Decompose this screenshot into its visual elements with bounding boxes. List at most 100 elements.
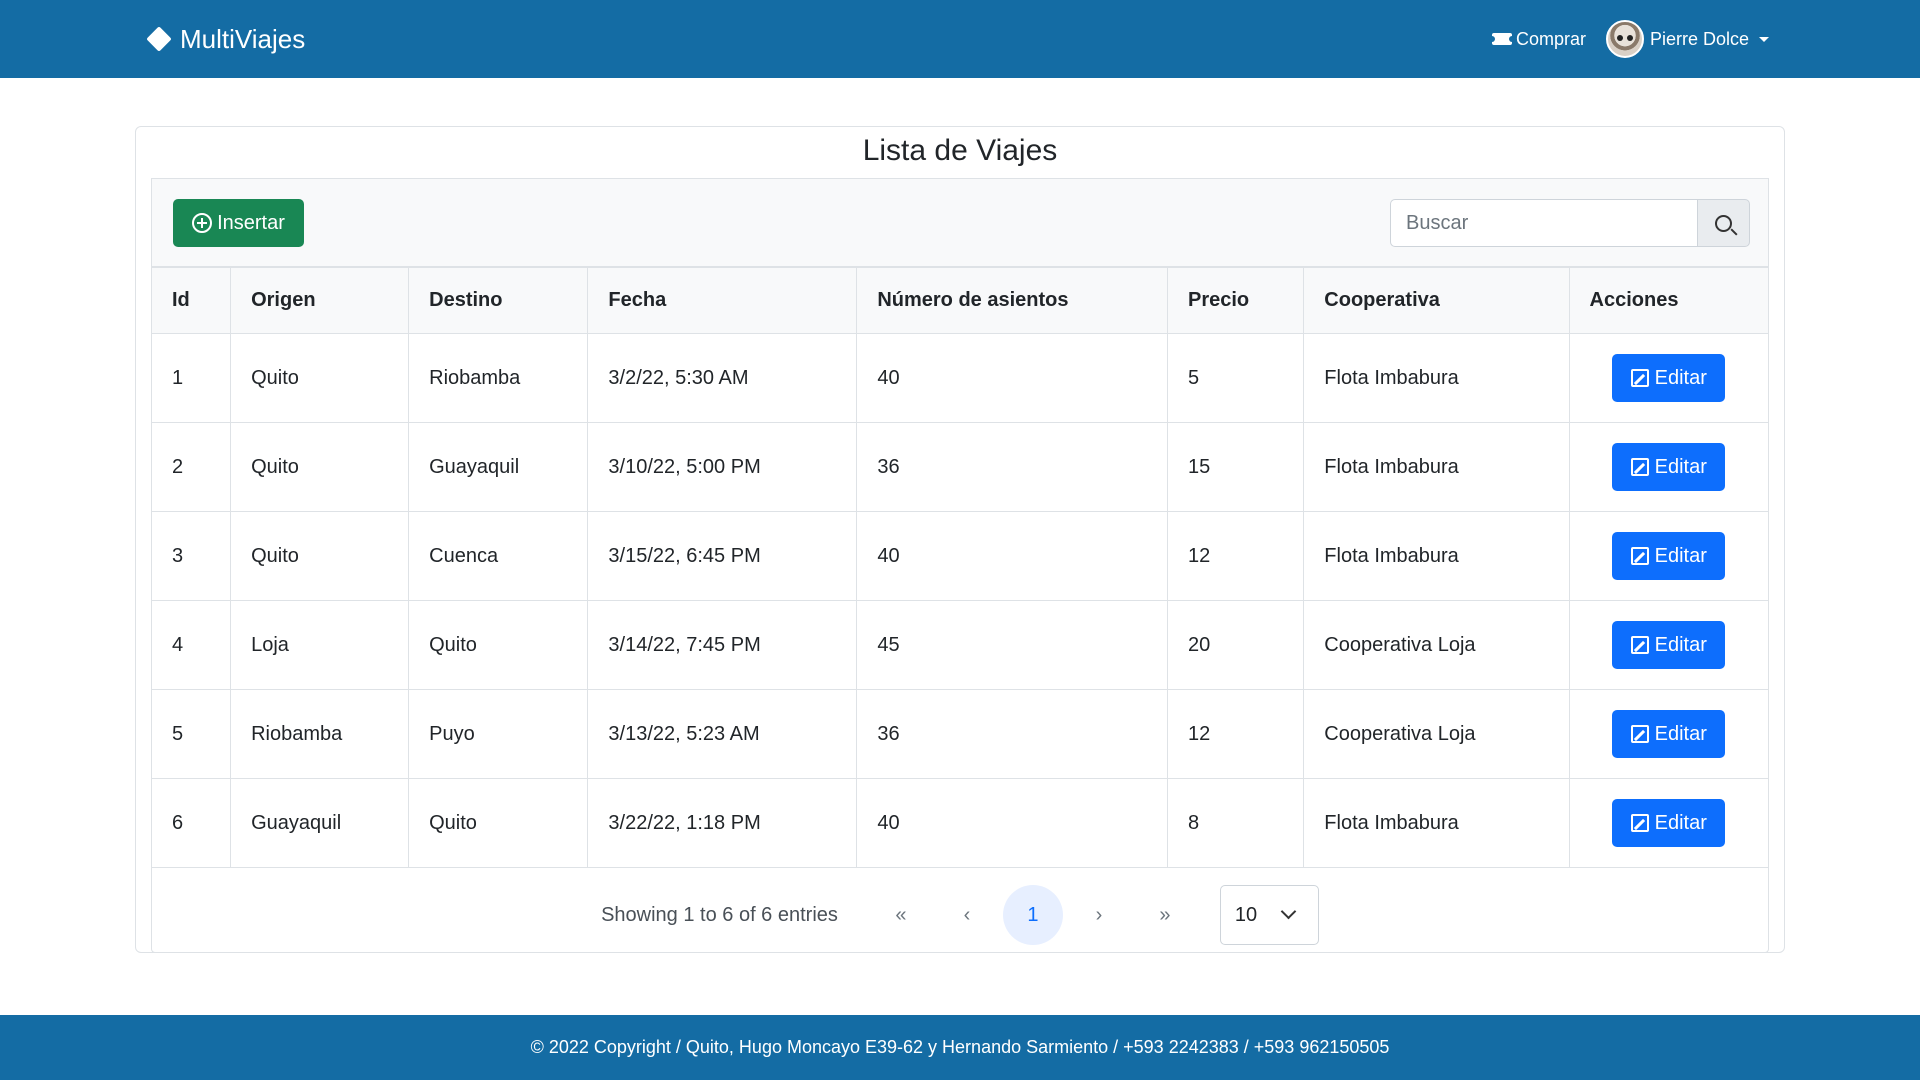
table-toolbar: Insertar (152, 179, 1768, 267)
table-row: 1 Quito Riobamba 3/2/22, 5:30 AM 40 5 Fl… (152, 333, 1768, 423)
search-icon (1715, 214, 1732, 232)
cell-seats: 45 (856, 600, 1168, 690)
pagination-info: Showing 1 to 6 of 6 entries (601, 903, 838, 926)
cell-destination: Guayaquil (408, 422, 589, 512)
trips-table: Id Origen Destino Fecha Número de asient… (152, 267, 1768, 868)
insert-button-label: Insertar (217, 211, 285, 234)
cell-origin: Quito (230, 422, 410, 512)
cell-price: 15 (1166, 422, 1305, 512)
cell-origin: Quito (230, 511, 410, 601)
plus-circle-icon (192, 213, 213, 233)
header-date[interactable]: Fecha (587, 267, 858, 334)
caret-down-icon (1759, 36, 1770, 42)
last-page-button[interactable]: » (1135, 885, 1195, 945)
brand-name: MultiViajes (180, 23, 306, 54)
cell-date: 3/13/22, 5:23 AM (587, 689, 858, 779)
user-menu-toggle[interactable]: Pierre Dolce (1606, 20, 1770, 58)
cell-destination: Riobamba (408, 333, 589, 423)
cell-actions: Editar (1568, 333, 1768, 423)
cell-actions: Editar (1568, 689, 1768, 779)
cell-cooperative: Flota Imbabura (1303, 422, 1570, 512)
edit-button-label: Editar (1654, 633, 1707, 656)
edit-icon (1630, 814, 1649, 832)
navbar-right: Comprar Pierre Dolce (1489, 18, 1770, 60)
edit-icon (1630, 636, 1649, 654)
header-origin[interactable]: Origen (230, 267, 410, 334)
page-footer: © 2022 Copyright / Quito, Hugo Moncayo E… (0, 1015, 1920, 1080)
next-page-button[interactable]: › (1069, 885, 1129, 945)
table-row: 3 Quito Cuenca 3/15/22, 6:45 PM 40 12 Fl… (152, 511, 1768, 601)
edit-button[interactable]: Editar (1612, 710, 1726, 758)
top-navbar: MultiViajes Comprar Pierre Dolce (0, 0, 1920, 78)
cell-date: 3/2/22, 5:30 AM (587, 333, 858, 423)
header-seats[interactable]: Número de asientos (856, 267, 1168, 334)
cell-seats: 36 (856, 422, 1168, 512)
cell-seats: 40 (856, 333, 1168, 423)
cell-actions: Editar (1568, 422, 1768, 512)
footer-text: © 2022 Copyright / Quito, Hugo Moncayo E… (530, 1037, 1390, 1057)
cell-id: 5 (152, 689, 232, 779)
buy-label: Comprar (1516, 28, 1587, 49)
cell-id: 1 (152, 333, 232, 423)
search-input[interactable] (1390, 199, 1697, 247)
trips-card: Lista de Viajes Insertar Id Or (135, 126, 1785, 953)
first-page-button[interactable]: « (871, 885, 931, 945)
cell-price: 12 (1166, 689, 1305, 779)
edit-button-label: Editar (1654, 544, 1707, 567)
cell-destination: Quito (408, 600, 589, 690)
chevron-down-icon (1280, 903, 1297, 920)
cell-destination: Quito (408, 778, 589, 868)
search-button[interactable] (1697, 199, 1750, 247)
rows-per-page-value: 10 (1234, 903, 1258, 926)
cell-cooperative: Flota Imbabura (1303, 778, 1570, 868)
cell-origin: Guayaquil (230, 778, 410, 868)
prev-page-button[interactable]: ‹ (937, 885, 997, 945)
table-panel: Insertar Id Origen Destino Fecha (151, 178, 1769, 953)
edit-button[interactable]: Editar (1612, 354, 1726, 402)
edit-button-label: Editar (1654, 455, 1707, 478)
header-id[interactable]: Id (152, 267, 232, 334)
cell-id: 2 (152, 422, 232, 512)
cell-price: 5 (1166, 333, 1305, 423)
header-destination[interactable]: Destino (408, 267, 589, 334)
cell-actions: Editar (1568, 778, 1768, 868)
cell-id: 3 (152, 511, 232, 601)
current-page-button[interactable]: 1 (1002, 885, 1063, 945)
pagination: Showing 1 to 6 of 6 entries « ‹ 1 › » 10 (152, 876, 1768, 954)
edit-button[interactable]: Editar (1612, 621, 1726, 669)
cell-origin: Riobamba (230, 689, 410, 779)
edit-icon (1630, 369, 1649, 387)
edit-button[interactable]: Editar (1612, 443, 1726, 491)
cell-origin: Loja (230, 600, 410, 690)
table-row: 6 Guayaquil Quito 3/22/22, 1:18 PM 40 8 … (152, 778, 1768, 868)
table-header-row: Id Origen Destino Fecha Número de asient… (152, 267, 1768, 334)
rows-per-page-select[interactable]: 10 (1219, 885, 1319, 945)
edit-button-label: Editar (1654, 811, 1707, 834)
cell-date: 3/15/22, 6:45 PM (587, 511, 858, 601)
cell-cooperative: Cooperativa Loja (1303, 600, 1570, 690)
cell-cooperative: Flota Imbabura (1303, 333, 1570, 423)
cell-date: 3/10/22, 5:00 PM (587, 422, 858, 512)
cell-cooperative: Cooperativa Loja (1303, 689, 1570, 779)
header-price[interactable]: Precio (1166, 267, 1305, 334)
edit-icon (1630, 458, 1649, 476)
brand-link[interactable]: MultiViajes (146, 22, 306, 56)
cell-destination: Puyo (408, 689, 589, 779)
cell-id: 6 (152, 778, 232, 868)
cell-seats: 40 (856, 778, 1168, 868)
edit-button-label: Editar (1654, 366, 1707, 389)
table-row: 5 Riobamba Puyo 3/13/22, 5:23 AM 36 12 C… (152, 689, 1768, 779)
page-title: Lista de Viajes (862, 134, 1058, 167)
cell-cooperative: Flota Imbabura (1303, 511, 1570, 601)
edit-button[interactable]: Editar (1612, 532, 1726, 580)
cell-actions: Editar (1568, 600, 1768, 690)
edit-button[interactable]: Editar (1612, 799, 1726, 847)
cell-seats: 40 (856, 511, 1168, 601)
edit-icon (1630, 547, 1649, 565)
cell-price: 20 (1166, 600, 1305, 690)
insert-button[interactable]: Insertar (173, 199, 304, 247)
cell-price: 12 (1166, 511, 1305, 601)
buy-link[interactable]: Comprar (1489, 28, 1587, 50)
header-cooperative[interactable]: Cooperativa (1303, 267, 1570, 334)
search-group (1390, 199, 1750, 247)
